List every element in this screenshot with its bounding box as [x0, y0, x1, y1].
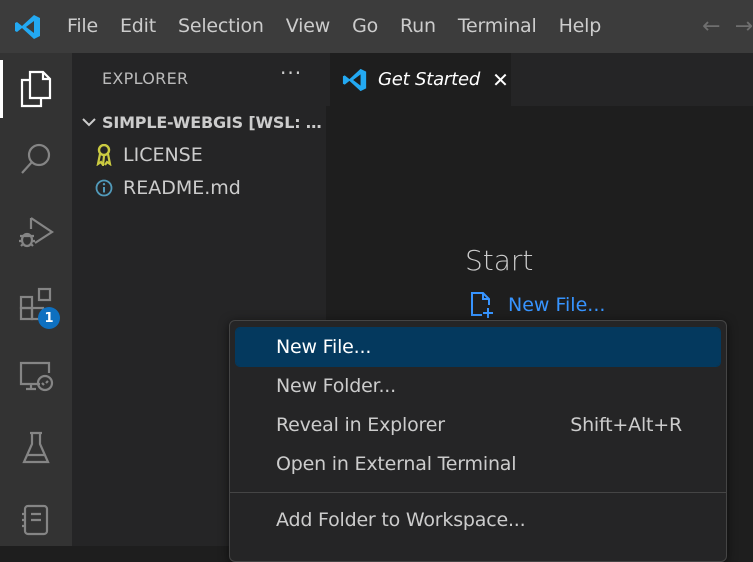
file-item-readme[interactable]: README.md: [72, 173, 326, 203]
license-icon: [94, 144, 114, 166]
extensions-icon[interactable]: [0, 271, 72, 337]
menu-item-label: New File...: [276, 336, 372, 358]
menu-selection[interactable]: Selection: [167, 0, 275, 53]
navigation-arrows: ← →: [702, 0, 753, 53]
title-bar: File Edit Selection View Go Run Terminal…: [0, 0, 753, 53]
close-icon[interactable]: ✕: [492, 68, 509, 92]
run-debug-icon[interactable]: [0, 200, 72, 266]
menu-help[interactable]: Help: [548, 0, 613, 53]
explorer-icon[interactable]: [0, 56, 72, 122]
menu-terminal[interactable]: Terminal: [447, 0, 548, 53]
menu-run[interactable]: Run: [389, 0, 447, 53]
menu-view[interactable]: View: [275, 0, 341, 53]
file-name-readme: README.md: [123, 177, 241, 199]
forward-arrow-icon[interactable]: →: [735, 14, 753, 39]
new-file-link[interactable]: New File...: [468, 291, 605, 319]
file-name-license: LICENSE: [123, 144, 203, 166]
more-actions-icon[interactable]: ···: [280, 61, 302, 85]
menu-item-add-folder-to-workspace[interactable]: Add Folder to Workspace...: [236, 501, 720, 539]
menu-item-label: Open in External Terminal: [276, 453, 517, 475]
menu-item-new-file[interactable]: New File...: [235, 327, 721, 367]
new-file-icon: [471, 292, 493, 318]
info-icon: [94, 177, 114, 199]
notebook-icon[interactable]: [0, 487, 72, 553]
testing-icon[interactable]: [0, 415, 72, 481]
workspace-folder-name: SIMPLE-WEBGIS [WSL: UB...: [102, 112, 322, 132]
remote-explorer-icon[interactable]: [0, 343, 72, 409]
menu-bar: File Edit Selection View Go Run Terminal…: [56, 0, 612, 53]
back-arrow-icon[interactable]: ←: [702, 14, 720, 39]
menu-item-label: Add Folder to Workspace...: [276, 509, 526, 531]
menu-separator: [230, 492, 726, 493]
menu-item-new-folder[interactable]: New Folder...: [236, 367, 720, 405]
new-file-link-label: New File...: [508, 294, 606, 316]
file-item-license[interactable]: LICENSE: [72, 140, 326, 170]
menu-edit[interactable]: Edit: [109, 0, 167, 53]
menu-file[interactable]: File: [56, 0, 109, 53]
vscode-logo-icon: [0, 0, 56, 53]
menu-item-label: New Folder...: [276, 375, 396, 397]
editor-tabs: Get Started ✕: [326, 53, 753, 106]
menu-go[interactable]: Go: [341, 0, 389, 53]
menu-item-label: Reveal in Explorer: [276, 414, 445, 436]
start-heading: Start: [465, 244, 534, 277]
tab-get-started[interactable]: Get Started ✕: [330, 53, 511, 106]
explorer-title: EXPLORER: [102, 69, 189, 88]
search-icon[interactable]: [0, 126, 72, 192]
tab-label: Get Started: [378, 69, 481, 90]
context-menu: New File... New Folder... Reveal in Expl…: [229, 320, 727, 562]
menu-item-shortcut: Shift+Alt+R: [570, 414, 682, 436]
vscode-tab-icon: [342, 67, 368, 93]
extensions-badge: 1: [38, 307, 60, 329]
chevron-down-icon: [80, 113, 98, 131]
activity-bar: 1: [0, 53, 72, 546]
menu-item-open-in-external-terminal[interactable]: Open in External Terminal: [236, 445, 720, 483]
menu-item-reveal-in-explorer[interactable]: Reveal in Explorer Shift+Alt+R: [236, 406, 720, 444]
workspace-folder-header[interactable]: SIMPLE-WEBGIS [WSL: UB...: [72, 108, 326, 136]
